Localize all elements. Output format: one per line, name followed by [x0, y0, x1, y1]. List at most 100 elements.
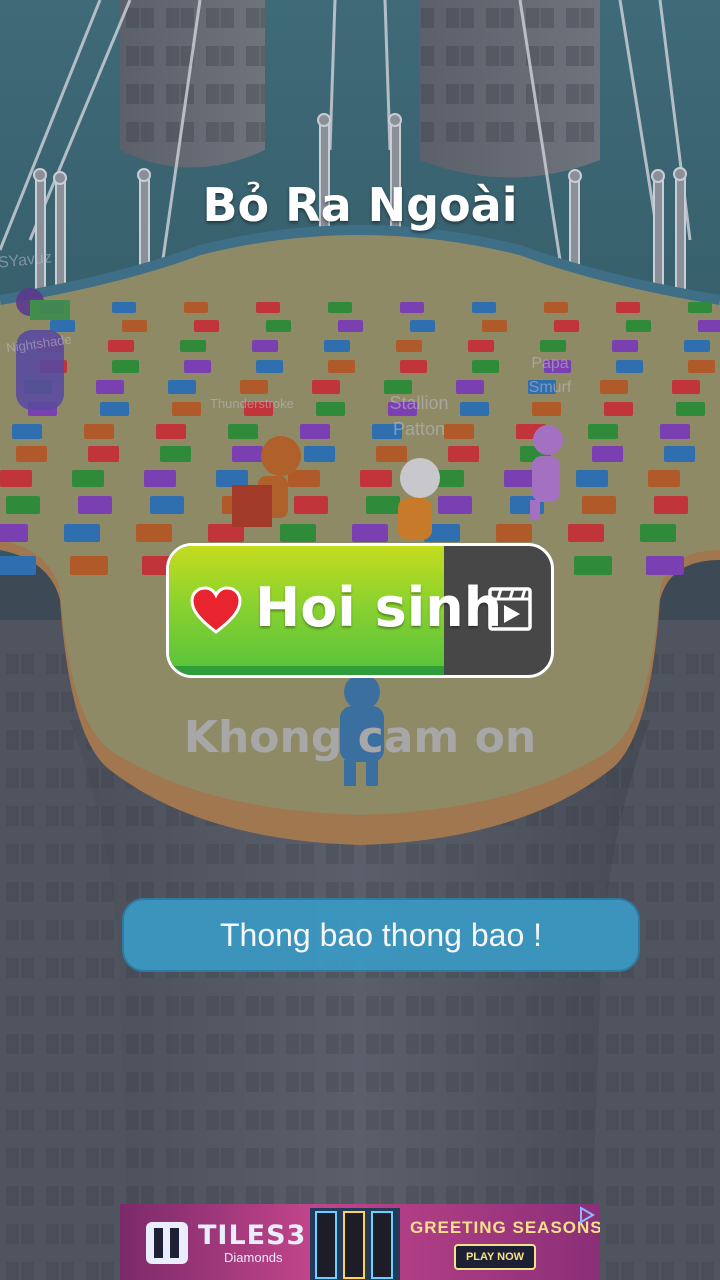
player-name: Thunderstroke [210, 396, 294, 411]
floor-tile [376, 446, 407, 462]
ad-banner[interactable]: TILES3 Diamonds GREETING SEASONS PLAY NO… [120, 1204, 600, 1280]
floor-tile [12, 424, 42, 439]
floor-tile [0, 524, 28, 542]
floor-tile [122, 320, 147, 332]
floor-tile [112, 360, 139, 373]
floor-tile [616, 360, 643, 373]
floor-tile [266, 320, 291, 332]
floor-tile [664, 446, 695, 462]
floor-tile [304, 446, 335, 462]
floor-tile [168, 380, 196, 394]
floor-tile [324, 340, 350, 352]
floor-tile [328, 360, 355, 373]
floor-tile [532, 402, 561, 416]
floor-tile [616, 302, 640, 313]
floor-tile [568, 524, 604, 542]
floor-tile [0, 470, 32, 487]
ad-logo-sub: Diamonds [224, 1250, 283, 1265]
floor-tile [688, 302, 712, 313]
floor-tile [588, 424, 618, 439]
floor-tile [604, 402, 633, 416]
floor-tile [626, 320, 651, 332]
floor-tile [256, 302, 280, 313]
floor-tile [472, 302, 496, 313]
floor-tile [240, 380, 268, 394]
floor-tile [338, 320, 363, 332]
ad-choices-icon[interactable] [578, 1206, 596, 1224]
floor-tile [504, 470, 536, 487]
floor-tile [438, 496, 472, 514]
floor-tile [328, 302, 352, 313]
player-name: Stallion Patton [389, 393, 449, 439]
floor-tile [112, 302, 136, 313]
ad-logo: TILES3 [198, 1220, 307, 1251]
piano-keys-graphic [310, 1208, 400, 1280]
floor-tile [410, 320, 435, 332]
floor-tile [648, 470, 680, 487]
floor-tile [472, 360, 499, 373]
floor-tile [294, 496, 328, 514]
floor-tile [78, 496, 112, 514]
floor-tile [352, 524, 388, 542]
floor-tile [150, 496, 184, 514]
floor-tile [540, 340, 566, 352]
floor-tile [160, 446, 191, 462]
floor-tile [70, 556, 108, 575]
floor-tile [360, 470, 392, 487]
floor-tile [216, 470, 248, 487]
heart-icon [190, 586, 242, 634]
floor-tile [698, 320, 720, 332]
floor-tile [256, 360, 283, 373]
floor-tile [156, 424, 186, 439]
floor-tile [252, 340, 278, 352]
floor-tile [300, 424, 330, 439]
ad-play-now-button[interactable]: PLAY NOW [454, 1244, 536, 1270]
floor-tile [172, 402, 201, 416]
floor-tile [576, 470, 608, 487]
floor-tile [84, 424, 114, 439]
floor-tile [366, 496, 400, 514]
floor-tile [184, 360, 211, 373]
video-ad-icon [488, 587, 532, 631]
floor-tile [100, 402, 129, 416]
floor-tile [554, 320, 579, 332]
floor-tile [640, 524, 676, 542]
floor-tile [194, 320, 219, 332]
floor-tile [684, 340, 710, 352]
revive-label: Hoi sinh [255, 576, 503, 639]
floor-tile [672, 380, 700, 394]
floor-tile [180, 340, 206, 352]
floor-tile [108, 340, 134, 352]
floor-tile [144, 470, 176, 487]
floor-tile [688, 360, 715, 373]
floor-tile [582, 496, 616, 514]
floor-tile [468, 340, 494, 352]
floor-tile [654, 496, 688, 514]
floor-tile [64, 524, 100, 542]
floor-tile [676, 402, 705, 416]
floor-tile [612, 340, 638, 352]
floor-tile [96, 380, 124, 394]
floor-tile [316, 402, 345, 416]
revive-button[interactable]: Hoi sinh [166, 543, 554, 678]
floor-tile [396, 340, 422, 352]
player-name: Papa Smurf [528, 355, 572, 396]
floor-tile [0, 556, 36, 575]
floor-tile [16, 446, 47, 462]
floor-tile [496, 524, 532, 542]
floor-tile [228, 424, 258, 439]
floor-tile [574, 556, 612, 575]
decline-button[interactable]: Khong cam on [0, 712, 720, 763]
floor-tile [232, 446, 263, 462]
floor-tile [6, 496, 40, 514]
floor-tile [592, 446, 623, 462]
floor-tile [184, 302, 208, 313]
notification-toast: Thong bao thong bao ! [122, 898, 640, 972]
ad-promo-text: GREETING SEASONS [410, 1218, 600, 1237]
floor-tile [482, 320, 507, 332]
floor-tile [448, 446, 479, 462]
floor-tile [280, 524, 316, 542]
floor-tile [660, 424, 690, 439]
floor-tile [288, 470, 320, 487]
floor-tile [456, 380, 484, 394]
